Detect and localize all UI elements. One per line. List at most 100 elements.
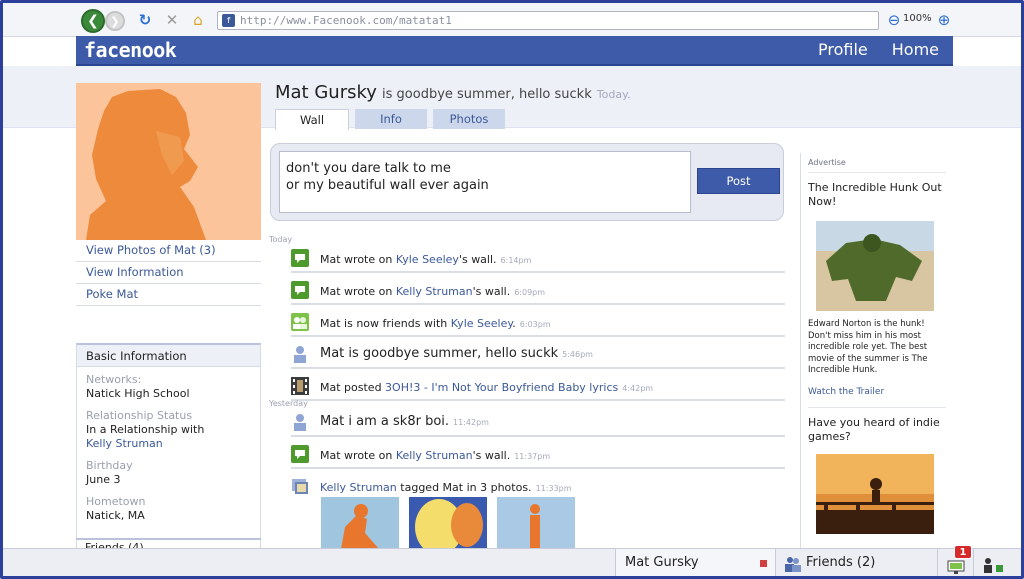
advertise-heading[interactable]: Advertise: [808, 153, 946, 173]
tagged-photo[interactable]: [497, 497, 575, 549]
feed-item-pre: Mat is now friends with: [320, 317, 451, 330]
status-time: Today.: [596, 88, 631, 101]
feed-item-link[interactable]: Kyle Seeley: [451, 317, 513, 330]
home-icon[interactable]: ⌂: [189, 11, 207, 29]
feed-item-time: 5:46pm: [562, 350, 593, 359]
back-button[interactable]: ❮: [81, 9, 105, 33]
relationship-block: Relationship Status In a Relationship wi…: [77, 403, 260, 453]
url-text: http://www.Facenook.com/matatat1: [240, 14, 452, 27]
tagged-photo[interactable]: [409, 497, 487, 549]
zoom-out-icon[interactable]: ⊖: [885, 11, 903, 29]
feed-item-time: 11:37pm: [514, 452, 551, 461]
online-status-tab[interactable]: [973, 549, 1021, 576]
site-header: facenook Profile Home: [76, 36, 953, 66]
feed-item-time: 11:33pm: [535, 484, 572, 493]
hometown-block: Hometown Natick, MA: [77, 489, 260, 525]
feed-item-link[interactable]: Kelly Struman: [320, 481, 397, 494]
feed-item-text: Mat is now friends with Kyle Seeley. 6:03…: [320, 317, 551, 330]
ad2-title[interactable]: Have you heard of indie games?: [808, 416, 946, 444]
refresh-icon[interactable]: ↻: [136, 11, 154, 29]
view-photos-link[interactable]: View Photos of Mat (3): [76, 240, 261, 262]
notifications-tab[interactable]: 1: [937, 545, 973, 576]
zoom-in-icon[interactable]: ⊕: [935, 11, 953, 29]
feed-item-link[interactable]: Kelly Struman: [396, 285, 473, 298]
chat-tab-user[interactable]: Mat Gursky: [615, 549, 775, 576]
feed-item-pre: Mat posted: [320, 381, 386, 394]
tab-info[interactable]: Info: [355, 109, 427, 129]
feed-item: Mat is now friends with Kyle Seeley. 6:03…: [291, 307, 785, 337]
stop-icon[interactable]: ✕: [163, 11, 181, 29]
feed-item-post: 's wall.: [472, 449, 511, 462]
tab-photos[interactable]: Photos: [433, 109, 505, 129]
friends-icon: [291, 313, 309, 331]
zoom-level: 100%: [903, 13, 932, 24]
online-status-icon: [982, 556, 1006, 573]
feed-item-text: Kelly Struman tagged Mat in 3 photos. 11:…: [320, 481, 572, 494]
feed-item-text: Mat posted 3OH!3 - I'm Not Your Boyfrien…: [320, 381, 653, 394]
nav-profile[interactable]: Profile: [818, 40, 868, 59]
feed-item-time: 4:42pm: [622, 384, 654, 393]
profile-name: Mat Gursky: [275, 82, 377, 103]
feed-item: Mat wrote on Kelly Struman's wall. 11:37p…: [291, 439, 785, 469]
tagged-photo[interactable]: [321, 497, 399, 549]
feed-item-link[interactable]: 3OH!3 - I'm Not Your Boyfriend Baby lyri…: [385, 381, 618, 394]
ad1-image[interactable]: [816, 221, 934, 311]
post-button[interactable]: Post: [697, 168, 780, 194]
section-today: Today: [269, 235, 293, 244]
ad1-body: Edward Norton is the hunk! Don't miss hi…: [808, 319, 928, 375]
photo-tag-icon: [291, 477, 309, 495]
relationship-value: In a Relationship with: [86, 423, 205, 436]
feed-item: Mat posted 3OH!3 - I'm Not Your Boyfrien…: [291, 371, 785, 401]
feed-item: Mat wrote on Kelly Struman's wall. 6:09pm: [291, 275, 785, 305]
site-nav: Profile Home: [818, 40, 939, 59]
tagged-photos: [321, 497, 575, 549]
feed-item-post: 's wall.: [458, 253, 497, 266]
feed-item-text: Mat wrote on Kelly Struman's wall. 6:09pm: [320, 285, 545, 298]
feed-item-link[interactable]: Kelly Struman: [396, 449, 473, 462]
wall-composer: don't you dare talk to me or my beautifu…: [270, 143, 784, 221]
feed-item: Mat i am a sk8r boi. 11:42pm: [291, 407, 785, 437]
profile-silhouette-icon: [76, 83, 261, 240]
relationship-partner-link[interactable]: Kelly Struman: [86, 437, 251, 451]
status-person-icon: [291, 345, 309, 363]
site-logo[interactable]: facenook: [84, 38, 177, 62]
wall-post-input[interactable]: don't you dare talk to me or my beautifu…: [279, 151, 691, 213]
close-chat-icon[interactable]: [760, 560, 767, 567]
hometown-value: Natick, MA: [86, 509, 145, 522]
wall-post-icon: [291, 249, 309, 267]
forward-button[interactable]: ❯: [105, 11, 125, 31]
favicon-icon: f: [222, 14, 235, 27]
feed-item-link[interactable]: Kyle Seeley: [396, 253, 459, 266]
birthday-value: June 3: [86, 473, 121, 486]
film-icon: [291, 377, 309, 395]
url-bar[interactable]: f http://www.Facenook.com/matatat1: [217, 11, 879, 30]
feed-item-time: 6:14pm: [500, 256, 532, 265]
tab-wall[interactable]: Wall: [275, 109, 349, 130]
ad1-title[interactable]: The Incredible Hunk Out Now!: [808, 181, 946, 209]
chat-user-name: Mat Gursky: [625, 555, 699, 570]
feed-item-pre: Mat is goodbye summer, hello suckk: [320, 346, 559, 361]
birthday-label: Birthday: [86, 459, 133, 472]
ad1-trailer-link[interactable]: Watch the Trailer: [808, 387, 946, 408]
feed-item-pre: Mat i am a sk8r boi.: [320, 414, 450, 429]
feed-item: Mat is goodbye summer, hello suckk 5:46pm: [291, 339, 785, 369]
wall-post-icon: [291, 281, 309, 299]
nav-home[interactable]: Home: [892, 40, 939, 59]
poke-link[interactable]: Poke Mat: [76, 284, 261, 306]
birthday-block: Birthday June 3: [77, 453, 260, 489]
view-information-link[interactable]: View Information: [76, 262, 261, 284]
profile-tabs: Wall Info Photos: [275, 109, 505, 130]
relationship-label: Relationship Status: [86, 409, 193, 422]
ad2-image[interactable]: [816, 453, 934, 534]
notification-badge: 1: [954, 545, 972, 559]
feed-item-time: 11:42pm: [453, 418, 489, 427]
feed-item-text: Mat wrote on Kelly Struman's wall. 11:37p…: [320, 449, 550, 462]
feed-item-pre: Mat wrote on: [320, 449, 396, 462]
profile-heading: Mat Gursky is goodbye summer, hello suck…: [275, 82, 631, 103]
profile-picture[interactable]: [76, 83, 261, 240]
chat-friends-tab[interactable]: Friends (2): [775, 549, 937, 576]
chat-friends-label: Friends (2): [806, 555, 876, 570]
feed-item-text: Mat wrote on Kyle Seeley's wall. 6:14pm: [320, 253, 531, 266]
networks-label: Networks:: [86, 373, 142, 386]
feed-item-time: 6:09pm: [514, 288, 546, 297]
